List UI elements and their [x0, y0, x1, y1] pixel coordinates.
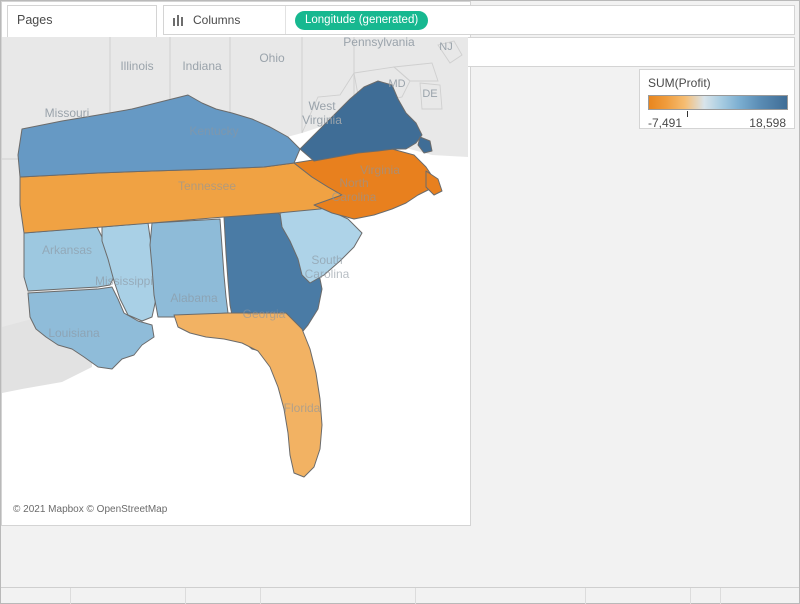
color-legend: SUM(Profit) -7,491 18,598 [639, 69, 795, 129]
legend-values: -7,491 18,598 [640, 110, 794, 130]
choropleth-map[interactable]: IllinoisIndianaOhioPennsylvaniaMissouriW… [2, 37, 468, 521]
legend-title: SUM(Profit) [640, 70, 794, 95]
columns-shelf[interactable]: Columns Longitude (generated) [163, 5, 795, 35]
legend-max-value: 18,598 [749, 116, 786, 130]
columns-icon [173, 15, 193, 26]
legend-min-value: -7,491 [648, 116, 682, 130]
legend-gradient-bar[interactable] [648, 95, 788, 110]
legend-gradient-wrap [640, 95, 794, 110]
state-shape-arkansas [24, 227, 114, 291]
state-shape-alabama [150, 219, 228, 317]
columns-shelf-content: Longitude (generated) [286, 10, 428, 30]
status-bar [1, 587, 799, 603]
pages-title: Pages [8, 6, 156, 31]
map-canvas[interactable]: IllinoisIndianaOhioPennsylvaniaMissouriW… [2, 37, 468, 521]
columns-shelf-label-group: Columns [164, 6, 286, 34]
worksheet-card: Sheet 5 [1, 1, 471, 526]
tableau-window: Pages Filters Region: South Marks Automa… [0, 0, 800, 604]
legend-zero-tick [687, 111, 688, 117]
map-attribution: © 2021 Mapbox © OpenStreetMap [10, 503, 170, 516]
columns-pill-longitude[interactable]: Longitude (generated) [295, 11, 428, 30]
columns-shelf-label: Columns [193, 13, 240, 27]
